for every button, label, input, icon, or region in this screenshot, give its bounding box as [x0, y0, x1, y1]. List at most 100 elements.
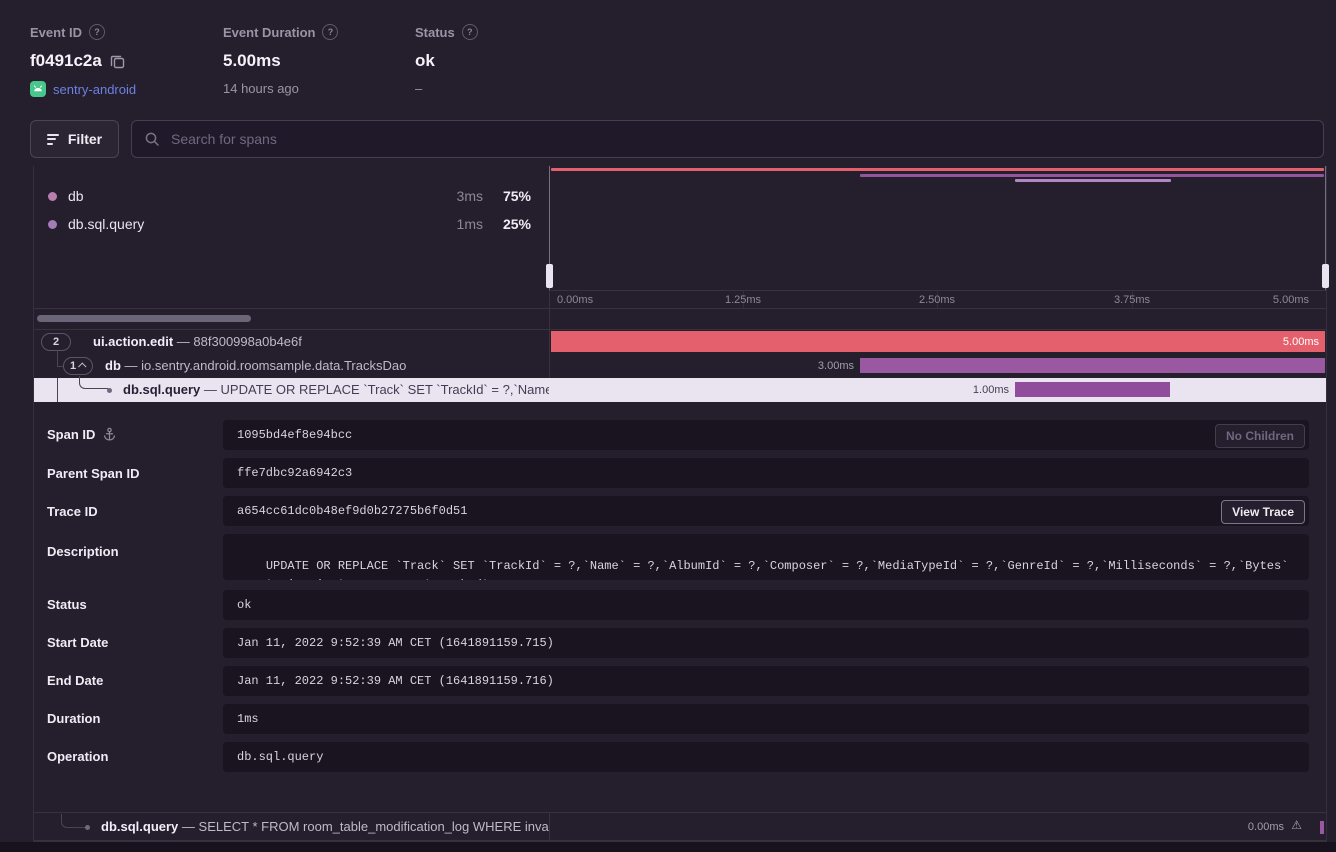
chevron-up-icon: [78, 362, 86, 370]
axis-tick-2: 2.50ms: [919, 294, 955, 306]
help-icon[interactable]: ?: [89, 24, 105, 40]
help-icon[interactable]: ?: [462, 24, 478, 40]
filter-icon: [47, 134, 59, 145]
op-color-dot: [48, 192, 57, 201]
minimap-span-db: [860, 174, 1324, 177]
span-row-select-query[interactable]: db.sql.query — SELECT * FROM room_table_…: [34, 812, 1326, 841]
end-date-value: Jan 11, 2022 9:52:39 AM CET (1641891159.…: [237, 674, 554, 688]
no-children-button[interactable]: No Children: [1215, 424, 1305, 448]
span-row-db[interactable]: 1 db — io.sentry.android.roomsample.data…: [34, 354, 1326, 378]
span-dot: [107, 388, 112, 393]
span-id-value-box: 1095bd4ef8e94bcc No Children: [223, 420, 1309, 450]
trace-minimap[interactable]: [549, 166, 1326, 290]
tree-scrollbar-track[interactable]: [34, 308, 1326, 330]
axis-tick-0: 0.00ms: [557, 294, 593, 306]
legend-op-percent: 25%: [497, 216, 531, 232]
start-date-value-box: Jan 11, 2022 9:52:39 AM CET (1641891159.…: [223, 628, 1309, 658]
minimap-right-handle[interactable]: [1322, 264, 1329, 288]
tree-guide: [57, 350, 58, 366]
status-value: ok: [415, 51, 435, 71]
parent-span-id-value: ffe7dbc92a6942c3: [237, 466, 352, 480]
end-date-label: End Date: [47, 673, 103, 688]
status-label-text: Status: [415, 25, 455, 40]
end-date-value-box: Jan 11, 2022 9:52:39 AM CET (1641891159.…: [223, 666, 1309, 696]
operation-label-text: Operation: [47, 749, 108, 764]
help-icon[interactable]: ?: [322, 24, 338, 40]
event-id-value: f0491c2a: [30, 51, 102, 71]
duration-label-text: Duration: [47, 711, 100, 726]
span-bar-db-sql-query[interactable]: [1015, 382, 1170, 397]
event-id-label-text: Event ID: [30, 25, 82, 40]
parent-span-id-label-text: Parent Span ID: [47, 466, 139, 481]
tree-guide: [57, 378, 58, 402]
end-date-label-text: End Date: [47, 673, 103, 688]
status-field: Status ? ok –: [415, 24, 478, 96]
description-value-box: UPDATE OR REPLACE `Track` SET `TrackId` …: [223, 534, 1309, 580]
event-duration-label-text: Event Duration: [223, 25, 315, 40]
event-duration-value: 5.00ms: [223, 51, 281, 71]
span-op: db.sql.query: [101, 819, 178, 834]
parent-span-id-label: Parent Span ID: [47, 466, 139, 481]
start-date-label-text: Start Date: [47, 635, 108, 650]
anchor-icon[interactable]: [102, 427, 117, 442]
separator: —: [182, 819, 195, 834]
tree-connector: [61, 814, 86, 828]
span-description: io.sentry.android.roomsample.data.Tracks…: [141, 358, 406, 373]
event-age: 14 hours ago: [223, 81, 299, 96]
minimap-left-handle[interactable]: [546, 264, 553, 288]
duration-value: 1ms: [237, 712, 259, 726]
span-op: db.sql.query: [123, 382, 200, 397]
duration-label: Duration: [47, 711, 100, 726]
children-count: 1: [70, 360, 76, 372]
status-detail-label-text: Status: [47, 597, 87, 612]
zero-duration-bar: [1320, 821, 1324, 834]
minimap-span-db-sql-query: [1015, 179, 1170, 182]
copy-icon[interactable]: [110, 54, 125, 69]
children-count-pill[interactable]: 2: [41, 333, 71, 351]
span-dot: [85, 825, 90, 830]
page-bottom-strip: [0, 842, 1336, 852]
span-duration: 5.00ms: [1283, 330, 1319, 354]
span-description: UPDATE OR REPLACE `Track` SET `TrackId` …: [221, 382, 549, 397]
axis-tick-3: 3.75ms: [1114, 294, 1150, 306]
view-trace-button[interactable]: View Trace: [1221, 500, 1305, 524]
minimap-span-ui-action-edit: [551, 168, 1324, 171]
search-input[interactable]: [169, 130, 1311, 148]
children-count-pill[interactable]: 1: [63, 357, 93, 375]
warning-icon[interactable]: ⚠: [1291, 818, 1302, 832]
span-row-ui-action-edit[interactable]: 2 ui.action.edit — 88f300998a0b4e6f 5.00…: [34, 330, 1326, 354]
span-bar-db[interactable]: [860, 358, 1325, 373]
android-project-icon: [30, 81, 46, 97]
legend-op-name: db: [68, 188, 457, 204]
search-icon: [144, 131, 160, 147]
span-duration: 3.00ms: [818, 354, 854, 378]
legend-row-db-sql-query[interactable]: db.sql.query 1ms 25%: [48, 210, 531, 238]
separator: —: [204, 382, 217, 397]
event-id-field: Event ID ? f0491c2a sentry-android: [30, 24, 136, 97]
span-op: db: [105, 358, 121, 373]
status-detail-label: Status: [47, 597, 87, 612]
filter-button[interactable]: Filter: [30, 120, 119, 158]
tree-connector: [79, 376, 108, 389]
axis-tick-4: 5.00ms: [1273, 294, 1309, 306]
start-date-label: Start Date: [47, 635, 108, 650]
legend-row-db[interactable]: db 3ms 75%: [48, 182, 531, 210]
span-bar-ui-action-edit[interactable]: [551, 331, 1325, 352]
operation-value-box: db.sql.query: [223, 742, 1309, 772]
span-id-value: 1095bd4ef8e94bcc: [237, 428, 352, 442]
filter-button-label: Filter: [68, 131, 102, 147]
project-link[interactable]: sentry-android: [53, 82, 136, 97]
description-value: UPDATE OR REPLACE `Track` SET `TrackId` …: [237, 559, 1296, 580]
legend-op-duration: 1ms: [457, 216, 483, 232]
op-color-dot: [48, 220, 57, 229]
span-duration: 1.00ms: [973, 378, 1009, 402]
status-sub: –: [415, 81, 422, 96]
operation-value: db.sql.query: [237, 750, 323, 764]
span-search[interactable]: [131, 120, 1324, 158]
span-description: SELECT * FROM room_table_modification_lo…: [199, 819, 549, 834]
tree-scrollbar-thumb[interactable]: [37, 315, 251, 322]
separator: —: [125, 358, 138, 373]
span-row-db-sql-query-selected[interactable]: db.sql.query — UPDATE OR REPLACE `Track`…: [34, 378, 1326, 402]
trace-id-label-text: Trace ID: [47, 504, 98, 519]
legend-op-percent: 75%: [497, 188, 531, 204]
